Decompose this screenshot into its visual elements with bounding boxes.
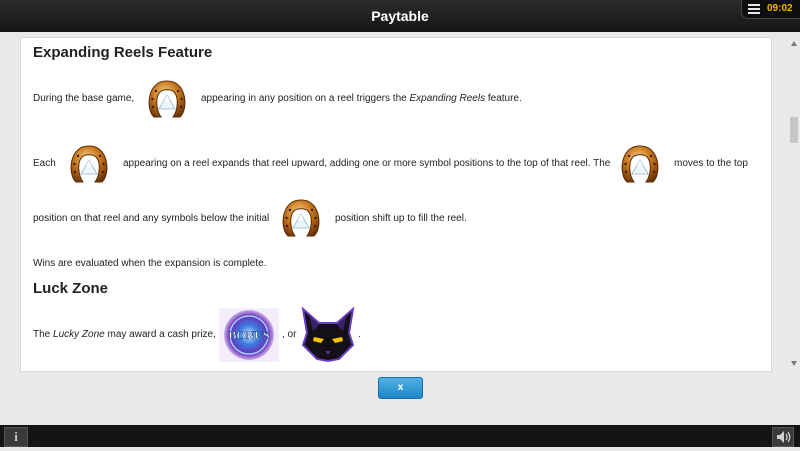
scrollbar-thumb[interactable] [790,117,798,143]
speaker-icon[interactable] [772,427,794,447]
text-fragment: appearing in any position on a reel trig… [201,93,410,104]
vertical-scrollbar[interactable] [788,37,800,370]
horseshoe-symbol-icon [67,142,111,186]
expanding-paragraph-4: Wins are evaluated when the expansion is… [33,258,267,269]
menu-clock-box[interactable]: 09:02 [741,0,800,19]
expanding-paragraph-3-start: position on that reel and any symbols be… [33,213,270,224]
expanding-paragraph-2-mid: appearing on a reel expands that reel up… [123,158,611,169]
lucky-zone-name: Lucky Zone [53,329,105,340]
luck-zone-paragraph-end: . [358,329,361,340]
expanding-paragraph-1-start: During the base game, [33,93,135,104]
page-title: Paytable [371,8,429,24]
close-paytable-button[interactable]: x [378,377,423,399]
luck-zone-paragraph-start: The Lucky Zone may award a cash prize, [33,329,216,340]
luck-zone-or: , or [282,329,297,340]
text-fragment: feature. [485,93,522,104]
expanding-reels-heading: Expanding Reels Feature [33,44,213,61]
expanding-paragraph-2-start: Each [33,158,56,169]
info-icon[interactable]: i [4,427,28,447]
scroll-down-arrow-icon[interactable] [791,361,797,366]
bottom-bar: i [0,425,800,447]
bonus-symbol-icon: BONUS [219,308,279,362]
clock: 09:02 [767,3,793,14]
hamburger-menu-icon[interactable] [748,4,760,14]
text-fragment: The [33,329,54,340]
expanding-paragraph-1-end: appearing in any position on a reel trig… [201,93,522,104]
paytable-panel[interactable]: Expanding Reels Feature During the base … [20,37,772,372]
horseshoe-symbol-icon [145,77,189,121]
horseshoe-symbol-icon [618,142,662,186]
scroll-up-arrow-icon[interactable] [791,41,797,46]
bonus-symbol-label: BONUS [228,328,270,342]
feature-name: Expanding Reels [409,93,486,104]
luck-zone-heading: Luck Zone [33,280,109,297]
expanding-paragraph-3-end: position shift up to fill the reel. [335,213,467,224]
title-bar: Paytable 09:02 [0,0,800,32]
text-fragment: may award a cash prize, [104,329,216,340]
speaker-glyph-icon [777,431,791,443]
horseshoe-symbol-icon [279,196,323,240]
cat-symbol-icon [301,307,355,363]
expanding-paragraph-2-end: moves to the top [674,158,748,169]
